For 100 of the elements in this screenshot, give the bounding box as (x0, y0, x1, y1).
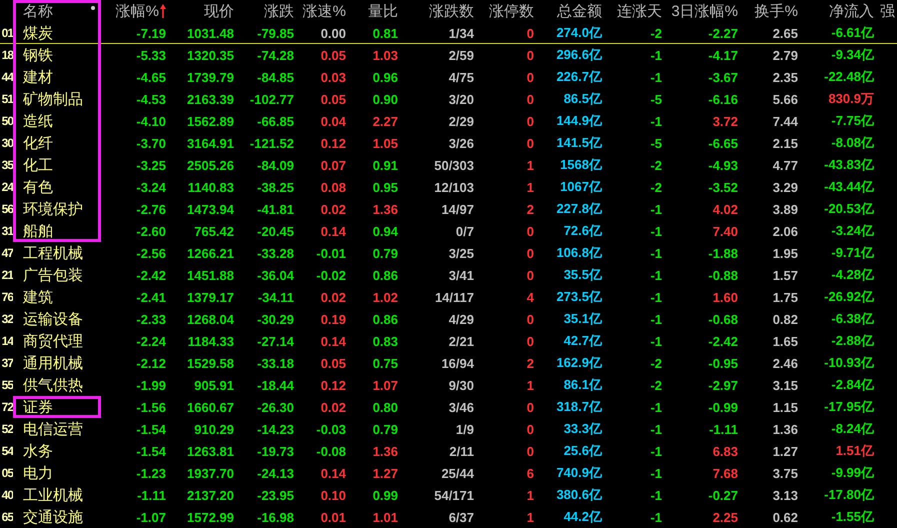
table-cell: 1 (526, 488, 534, 502)
table-cell: 1268.04 (187, 312, 234, 326)
table-cell: 1 (526, 378, 534, 392)
table-cell: 0.86 (372, 268, 398, 282)
table-cell: 72.6亿 (564, 222, 602, 240)
column-header[interactable]: 涨停数 (489, 2, 534, 20)
table-cell: 0.08 (320, 180, 346, 194)
table-cell: 2/11 (449, 444, 474, 458)
table-row[interactable]: 55 供气供热 -1.99 905.91 -18.44 0.12 1.07 9/30 1 86.1亿 -2 -2.97 3.15 -2.84亿 (0, 374, 897, 396)
table-row[interactable]: 01 煤炭 -7.19 1031.48 -79.85 0.00 0.81 1/34 0 274.0亿 -2 -2.27 2.65 -6.61亿 (0, 22, 897, 44)
table-cell: 1 (526, 510, 534, 524)
table-row[interactable]: 44 建材 -4.65 1739.79 -84.85 0.03 0.96 4/75 0 226.7亿 -1 -3.67 2.35 -22.48亿 (0, 66, 897, 88)
table-row[interactable]: 32 运输设备 -2.33 1268.04 -30.29 0.19 0.86 4/29 0 35.1亿 -1 -0.68 0.82 -6.38亿 (0, 308, 897, 330)
table-row[interactable]: 14 商贸代理 -2.24 1184.33 -27.14 0.14 0.83 2/21 0 42.7亿 -1 -2.42 1.65 -2.88亿 (0, 330, 897, 352)
table-cell: 0.79 (372, 246, 398, 260)
table-cell: 0.80 (372, 400, 398, 414)
column-header[interactable]: 总金额 (557, 2, 602, 20)
table-cell: 1031.48 (187, 26, 234, 40)
table-cell: 2.25 (712, 510, 738, 524)
table-row[interactable]: 50 造纸 -4.10 1562.89 -66.85 0.04 2.27 2/29 0 144.9亿 -1 3.72 7.44 -7.75亿 (0, 110, 897, 132)
sector-name: 广告包装 (23, 266, 83, 284)
table-cell: -7.19 (136, 26, 166, 40)
table-cell: -4.17 (708, 48, 738, 62)
table-cell: 1568亿 (560, 156, 602, 174)
sector-code: 51 (2, 92, 13, 106)
column-header[interactable]: 涨跌数 (429, 2, 474, 20)
table-cell: -2.12 (136, 356, 166, 370)
table-cell: 7.44 (772, 114, 798, 128)
sort-arrow-icon (160, 4, 166, 18)
table-row[interactable]: 51 矿物制品 -4.53 2163.39 -102.77 0.05 0.90 3/20 0 86.5亿 -5 -6.16 5.66 830.9万 (0, 88, 897, 110)
table-cell: -9.34亿 (831, 46, 874, 64)
table-row[interactable]: 18 钢铁 -5.33 1320.35 -74.28 0.05 1.03 2/59 0 296.6亿 -1 -4.17 2.79 -9.34亿 (0, 44, 897, 66)
sector-name: 化工 (23, 156, 53, 174)
column-header[interactable]: 涨幅% (116, 2, 166, 20)
table-cell: 1451.88 (187, 268, 234, 282)
table-cell: 1529.58 (187, 356, 234, 370)
column-header[interactable]: 3日涨幅% (671, 2, 738, 20)
table-cell: 0.96 (372, 70, 398, 84)
table-cell: -4.10 (136, 114, 166, 128)
table-cell: -1 (650, 70, 662, 84)
table-row[interactable]: 65 交通设施 -1.07 1572.99 -16.98 0.01 1.01 6/37 1 44.2亿 -1 2.25 0.62 -1.55亿 (0, 506, 897, 528)
table-cell: 1266.21 (187, 246, 234, 260)
table-cell: 0.02 (320, 290, 346, 304)
column-header[interactable]: 强 (880, 2, 895, 20)
table-cell: 1.65 (772, 334, 798, 348)
table-cell: -4.65 (136, 70, 166, 84)
table-row[interactable]: 72 证券 -1.56 1660.67 -26.30 0.02 0.80 3/46 0 318.7亿 -1 -0.99 1.15 -17.95亿 (0, 396, 897, 418)
column-header[interactable]: 现价 (204, 2, 234, 20)
column-header[interactable]: 量比 (368, 2, 398, 20)
column-header[interactable]: 涨跌 (264, 2, 294, 20)
table-row[interactable]: 52 电信运营 -1.54 910.29 -14.23 -0.03 0.79 1/9 0 33.3亿 -1 -1.11 1.36 -8.24亿 (0, 418, 897, 440)
sector-code: 50 (2, 114, 13, 128)
column-header[interactable]: 名称 (23, 2, 53, 20)
table-cell: 4/29 (448, 312, 474, 326)
column-header[interactable]: 涨速% (302, 2, 346, 20)
table-row[interactable]: 76 建筑 -2.41 1379.17 -34.11 0.02 1.02 14/117 4 273.5亿 -1 1.60 1.75 -26.92亿 (0, 286, 897, 308)
table-cell: 3.75 (772, 466, 798, 480)
sector-code: 47 (2, 246, 13, 260)
table-cell: 274.0亿 (556, 24, 602, 42)
table-cell: 2/59 (448, 48, 474, 62)
table-cell: 905.91 (194, 378, 234, 392)
table-cell: 1 (526, 158, 534, 172)
column-header[interactable]: 连涨天 (617, 2, 662, 20)
table-cell: 2.27 (372, 114, 398, 128)
table-cell: -0.08 (316, 444, 346, 458)
table-cell: -7.75亿 (831, 112, 874, 130)
table-row[interactable]: 35 化工 -3.25 2505.26 -84.09 0.07 0.91 50/303 1 1568亿 -2 -4.93 4.77 -43.83亿 (0, 154, 897, 176)
table-cell: 1.02 (372, 290, 398, 304)
sector-code: 76 (2, 290, 13, 304)
table-cell: 141.5亿 (556, 134, 602, 152)
column-header[interactable]: 换手% (754, 2, 798, 20)
table-row[interactable]: 37 通用机械 -2.12 1529.58 -33.18 0.05 0.75 16/94 2 162.9亿 -2 -0.95 2.46 -10.93亿 (0, 352, 897, 374)
table-row[interactable]: 47 工程机械 -2.56 1266.21 -33.28 -0.01 0.79 3/25 0 106.8亿 -1 -1.88 1.95 -9.71亿 (0, 242, 897, 264)
table-row[interactable]: 05 电力 -1.23 1937.70 -24.13 0.14 1.27 25/44 6 740.9亿 -1 7.68 3.75 -9.99亿 (0, 462, 897, 484)
table-row[interactable]: 40 工业机械 -1.11 2137.20 -23.95 0.10 0.99 54/171 1 380.6亿 -1 -0.27 3.13 -17.80亿 (0, 484, 897, 506)
table-cell: -1.55亿 (831, 508, 874, 526)
table-row[interactable]: 24 有色 -3.24 1140.83 -38.25 0.08 0.95 12/103 1 1067亿 -2 -3.52 3.29 -43.44亿 (0, 176, 897, 198)
table-cell: 2/21 (448, 334, 474, 348)
table-cell: -1.23 (136, 466, 166, 480)
sector-name: 供气供热 (23, 376, 83, 394)
table-cell: -36.04 (257, 268, 294, 282)
sector-code: 32 (2, 312, 13, 326)
table-row[interactable]: 30 化纤 -3.70 3164.91 -121.52 0.12 1.05 3/26 0 141.5亿 -5 -6.65 2.15 -8.08亿 (0, 132, 897, 154)
table-cell: -27.14 (257, 334, 294, 348)
table-cell: 12/103 (434, 180, 474, 194)
table-row[interactable]: 56 环境保护 -2.76 1473.94 -41.81 0.02 1.36 14/97 2 227.8亿 -1 4.02 3.89 -20.53亿 (0, 198, 897, 220)
column-header[interactable]: 净流入 (829, 2, 874, 20)
sector-code: 01 (2, 26, 13, 40)
table-cell: 3164.91 (187, 136, 234, 150)
table-row[interactable]: 21 广告包装 -2.42 1451.88 -36.04 -0.02 0.86 3/41 0 35.5亿 -1 -0.88 1.57 -4.28亿 (0, 264, 897, 286)
table-row[interactable]: 54 水务 -1.54 1263.81 -19.73 -0.08 1.36 2/11 0 25.6亿 -1 6.83 1.27 1.51亿 (0, 440, 897, 462)
table-cell: 0 (526, 70, 534, 84)
table-cell: -2.27 (708, 26, 738, 40)
table-row[interactable]: 31 船舶 -2.60 765.42 -20.45 0.14 0.94 0/7 0 72.6亿 -1 7.40 2.06 -3.24亿 (0, 220, 897, 242)
table-cell: 1.36 (372, 202, 398, 216)
table-cell: -43.44亿 (824, 178, 874, 196)
table-cell: 1572.99 (187, 510, 234, 524)
table-cell: 1.03 (372, 48, 398, 62)
sector-code: 72 (2, 400, 13, 414)
table-cell: 86.5亿 (564, 90, 602, 108)
